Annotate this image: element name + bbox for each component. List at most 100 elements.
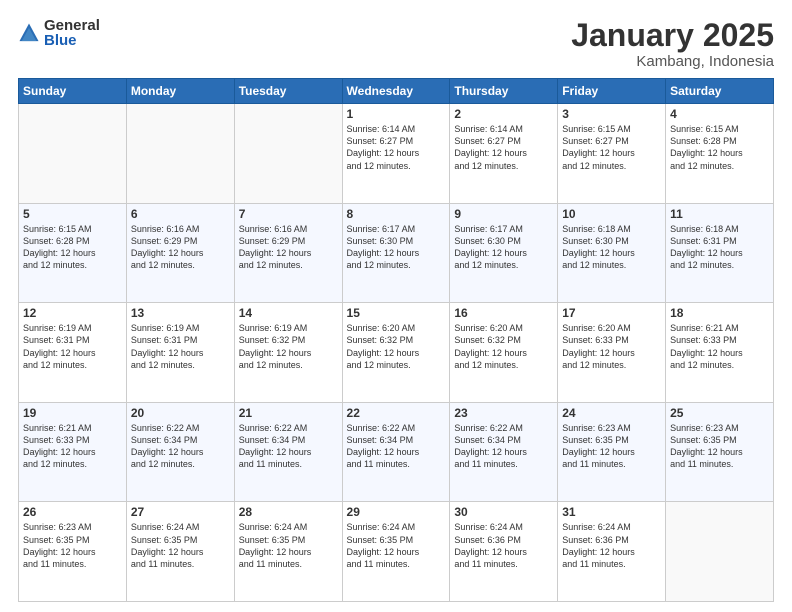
day-info: Sunrise: 6:18 AM Sunset: 6:31 PM Dayligh… — [670, 223, 769, 272]
day-cell: 27 Sunrise: 6:24 AM Sunset: 6:35 PM Dayli… — [126, 502, 234, 602]
day-info: Sunrise: 6:20 AM Sunset: 6:32 PM Dayligh… — [347, 322, 446, 371]
logo-icon — [18, 22, 40, 44]
page: General Blue January 2025 Kambang, Indon… — [0, 0, 792, 612]
day-cell — [19, 104, 127, 204]
day-number: 20 — [131, 406, 230, 420]
day-info: Sunrise: 6:21 AM Sunset: 6:33 PM Dayligh… — [23, 422, 122, 471]
day-cell: 4 Sunrise: 6:15 AM Sunset: 6:28 PM Daylig… — [666, 104, 774, 204]
day-info: Sunrise: 6:16 AM Sunset: 6:29 PM Dayligh… — [131, 223, 230, 272]
day-number: 7 — [239, 207, 338, 221]
day-cell: 16Sunrise: 6:20 AM Sunset: 6:32 PM Dayli… — [450, 303, 558, 403]
day-info: Sunrise: 6:14 AM Sunset: 6:27 PM Dayligh… — [347, 123, 446, 172]
day-info: Sunrise: 6:17 AM Sunset: 6:30 PM Dayligh… — [454, 223, 553, 272]
day-number: 25 — [670, 406, 769, 420]
day-cell: 5Sunrise: 6:15 AM Sunset: 6:28 PM Daylig… — [19, 203, 127, 303]
calendar-subtitle: Kambang, Indonesia — [571, 53, 774, 70]
day-number: 18 — [670, 306, 769, 320]
day-number: 21 — [239, 406, 338, 420]
day-number: 10 — [562, 207, 661, 221]
day-number: 4 — [670, 107, 769, 121]
day-number: 28 — [239, 505, 338, 519]
day-info: Sunrise: 6:22 AM Sunset: 6:34 PM Dayligh… — [454, 422, 553, 471]
day-info: Sunrise: 6:23 AM Sunset: 6:35 PM Dayligh… — [562, 422, 661, 471]
day-cell: 29 Sunrise: 6:24 AM Sunset: 6:35 PM Dayli… — [342, 502, 450, 602]
day-info: Sunrise: 6:24 AM Sunset: 6:36 PM Dayligh… — [562, 521, 661, 570]
day-info: Sunrise: 6:21 AM Sunset: 6:33 PM Dayligh… — [670, 322, 769, 371]
day-cell: 13Sunrise: 6:19 AM Sunset: 6:31 PM Dayli… — [126, 303, 234, 403]
day-info: Sunrise: 6:24 AM Sunset: 6:35 PM Dayligh… — [131, 521, 230, 570]
day-cell: 11 Sunrise: 6:18 AM Sunset: 6:31 PM Dayli… — [666, 203, 774, 303]
day-cell: 26Sunrise: 6:23 AM Sunset: 6:35 PM Dayli… — [19, 502, 127, 602]
day-cell: 19 Sunrise: 6:21 AM Sunset: 6:33 PM Dayli… — [19, 402, 127, 502]
day-number: 17 — [562, 306, 661, 320]
weekday-header-row: SundayMondayTuesdayWednesdayThursdayFrid… — [19, 79, 774, 104]
day-cell: 21 Sunrise: 6:22 AM Sunset: 6:34 PM Dayli… — [234, 402, 342, 502]
day-number: 31 — [562, 505, 661, 519]
day-cell: 2Sunrise: 6:14 AM Sunset: 6:27 PM Daylig… — [450, 104, 558, 204]
day-info: Sunrise: 6:23 AM Sunset: 6:35 PM Dayligh… — [23, 521, 122, 570]
day-number: 27 — [131, 505, 230, 519]
day-info: Sunrise: 6:15 AM Sunset: 6:28 PM Dayligh… — [23, 223, 122, 272]
day-cell — [126, 104, 234, 204]
day-info: Sunrise: 6:24 AM Sunset: 6:36 PM Dayligh… — [454, 521, 553, 570]
calendar-table: SundayMondayTuesdayWednesdayThursdayFrid… — [18, 78, 774, 602]
day-cell: 22Sunrise: 6:22 AM Sunset: 6:34 PM Dayli… — [342, 402, 450, 502]
day-info: Sunrise: 6:19 AM Sunset: 6:31 PM Dayligh… — [23, 322, 122, 371]
day-cell: 18 Sunrise: 6:21 AM Sunset: 6:33 PM Dayli… — [666, 303, 774, 403]
day-cell: 20 Sunrise: 6:22 AM Sunset: 6:34 PM Dayli… — [126, 402, 234, 502]
day-cell: 14 Sunrise: 6:19 AM Sunset: 6:32 PM Dayli… — [234, 303, 342, 403]
day-cell: 7 Sunrise: 6:16 AM Sunset: 6:29 PM Daylig… — [234, 203, 342, 303]
day-info: Sunrise: 6:22 AM Sunset: 6:34 PM Dayligh… — [347, 422, 446, 471]
day-info: Sunrise: 6:20 AM Sunset: 6:33 PM Dayligh… — [562, 322, 661, 371]
day-cell: 6Sunrise: 6:16 AM Sunset: 6:29 PM Daylig… — [126, 203, 234, 303]
day-number: 14 — [239, 306, 338, 320]
day-cell: 9 Sunrise: 6:17 AM Sunset: 6:30 PM Daylig… — [450, 203, 558, 303]
week-row-3: 12 Sunrise: 6:19 AM Sunset: 6:31 PM Dayli… — [19, 303, 774, 403]
day-number: 24 — [562, 406, 661, 420]
calendar-title: January 2025 — [571, 18, 774, 53]
day-number: 15 — [347, 306, 446, 320]
day-cell: 25 Sunrise: 6:23 AM Sunset: 6:35 PM Dayli… — [666, 402, 774, 502]
weekday-header-sunday: Sunday — [19, 79, 127, 104]
day-cell: 23 Sunrise: 6:22 AM Sunset: 6:34 PM Dayli… — [450, 402, 558, 502]
day-cell: 17 Sunrise: 6:20 AM Sunset: 6:33 PM Dayli… — [558, 303, 666, 403]
weekday-header-thursday: Thursday — [450, 79, 558, 104]
day-cell: 1 Sunrise: 6:14 AM Sunset: 6:27 PM Daylig… — [342, 104, 450, 204]
day-number: 19 — [23, 406, 122, 420]
day-cell — [666, 502, 774, 602]
day-info: Sunrise: 6:22 AM Sunset: 6:34 PM Dayligh… — [239, 422, 338, 471]
weekday-header-saturday: Saturday — [666, 79, 774, 104]
logo: General Blue — [18, 18, 100, 48]
day-number: 2 — [454, 107, 553, 121]
day-number: 29 — [347, 505, 446, 519]
day-info: Sunrise: 6:16 AM Sunset: 6:29 PM Dayligh… — [239, 223, 338, 272]
day-cell: 15 Sunrise: 6:20 AM Sunset: 6:32 PM Dayli… — [342, 303, 450, 403]
week-row-5: 26Sunrise: 6:23 AM Sunset: 6:35 PM Dayli… — [19, 502, 774, 602]
day-info: Sunrise: 6:19 AM Sunset: 6:32 PM Dayligh… — [239, 322, 338, 371]
day-info: Sunrise: 6:15 AM Sunset: 6:27 PM Dayligh… — [562, 123, 661, 172]
day-cell: 3 Sunrise: 6:15 AM Sunset: 6:27 PM Daylig… — [558, 104, 666, 204]
day-info: Sunrise: 6:15 AM Sunset: 6:28 PM Dayligh… — [670, 123, 769, 172]
day-cell: 28Sunrise: 6:24 AM Sunset: 6:35 PM Dayli… — [234, 502, 342, 602]
day-info: Sunrise: 6:17 AM Sunset: 6:30 PM Dayligh… — [347, 223, 446, 272]
day-number: 9 — [454, 207, 553, 221]
day-cell: 10 Sunrise: 6:18 AM Sunset: 6:30 PM Dayli… — [558, 203, 666, 303]
day-number: 12 — [23, 306, 122, 320]
day-number: 3 — [562, 107, 661, 121]
day-info: Sunrise: 6:23 AM Sunset: 6:35 PM Dayligh… — [670, 422, 769, 471]
day-number: 1 — [347, 107, 446, 121]
day-number: 23 — [454, 406, 553, 420]
day-info: Sunrise: 6:22 AM Sunset: 6:34 PM Dayligh… — [131, 422, 230, 471]
day-info: Sunrise: 6:20 AM Sunset: 6:32 PM Dayligh… — [454, 322, 553, 371]
day-info: Sunrise: 6:24 AM Sunset: 6:35 PM Dayligh… — [347, 521, 446, 570]
day-cell: 24 Sunrise: 6:23 AM Sunset: 6:35 PM Dayli… — [558, 402, 666, 502]
logo-general-text: General — [44, 18, 100, 33]
day-number: 11 — [670, 207, 769, 221]
day-cell: 31 Sunrise: 6:24 AM Sunset: 6:36 PM Dayli… — [558, 502, 666, 602]
weekday-header-wednesday: Wednesday — [342, 79, 450, 104]
day-number: 30 — [454, 505, 553, 519]
week-row-4: 19 Sunrise: 6:21 AM Sunset: 6:33 PM Dayli… — [19, 402, 774, 502]
day-cell: 12 Sunrise: 6:19 AM Sunset: 6:31 PM Dayli… — [19, 303, 127, 403]
day-number: 13 — [131, 306, 230, 320]
day-info: Sunrise: 6:18 AM Sunset: 6:30 PM Dayligh… — [562, 223, 661, 272]
